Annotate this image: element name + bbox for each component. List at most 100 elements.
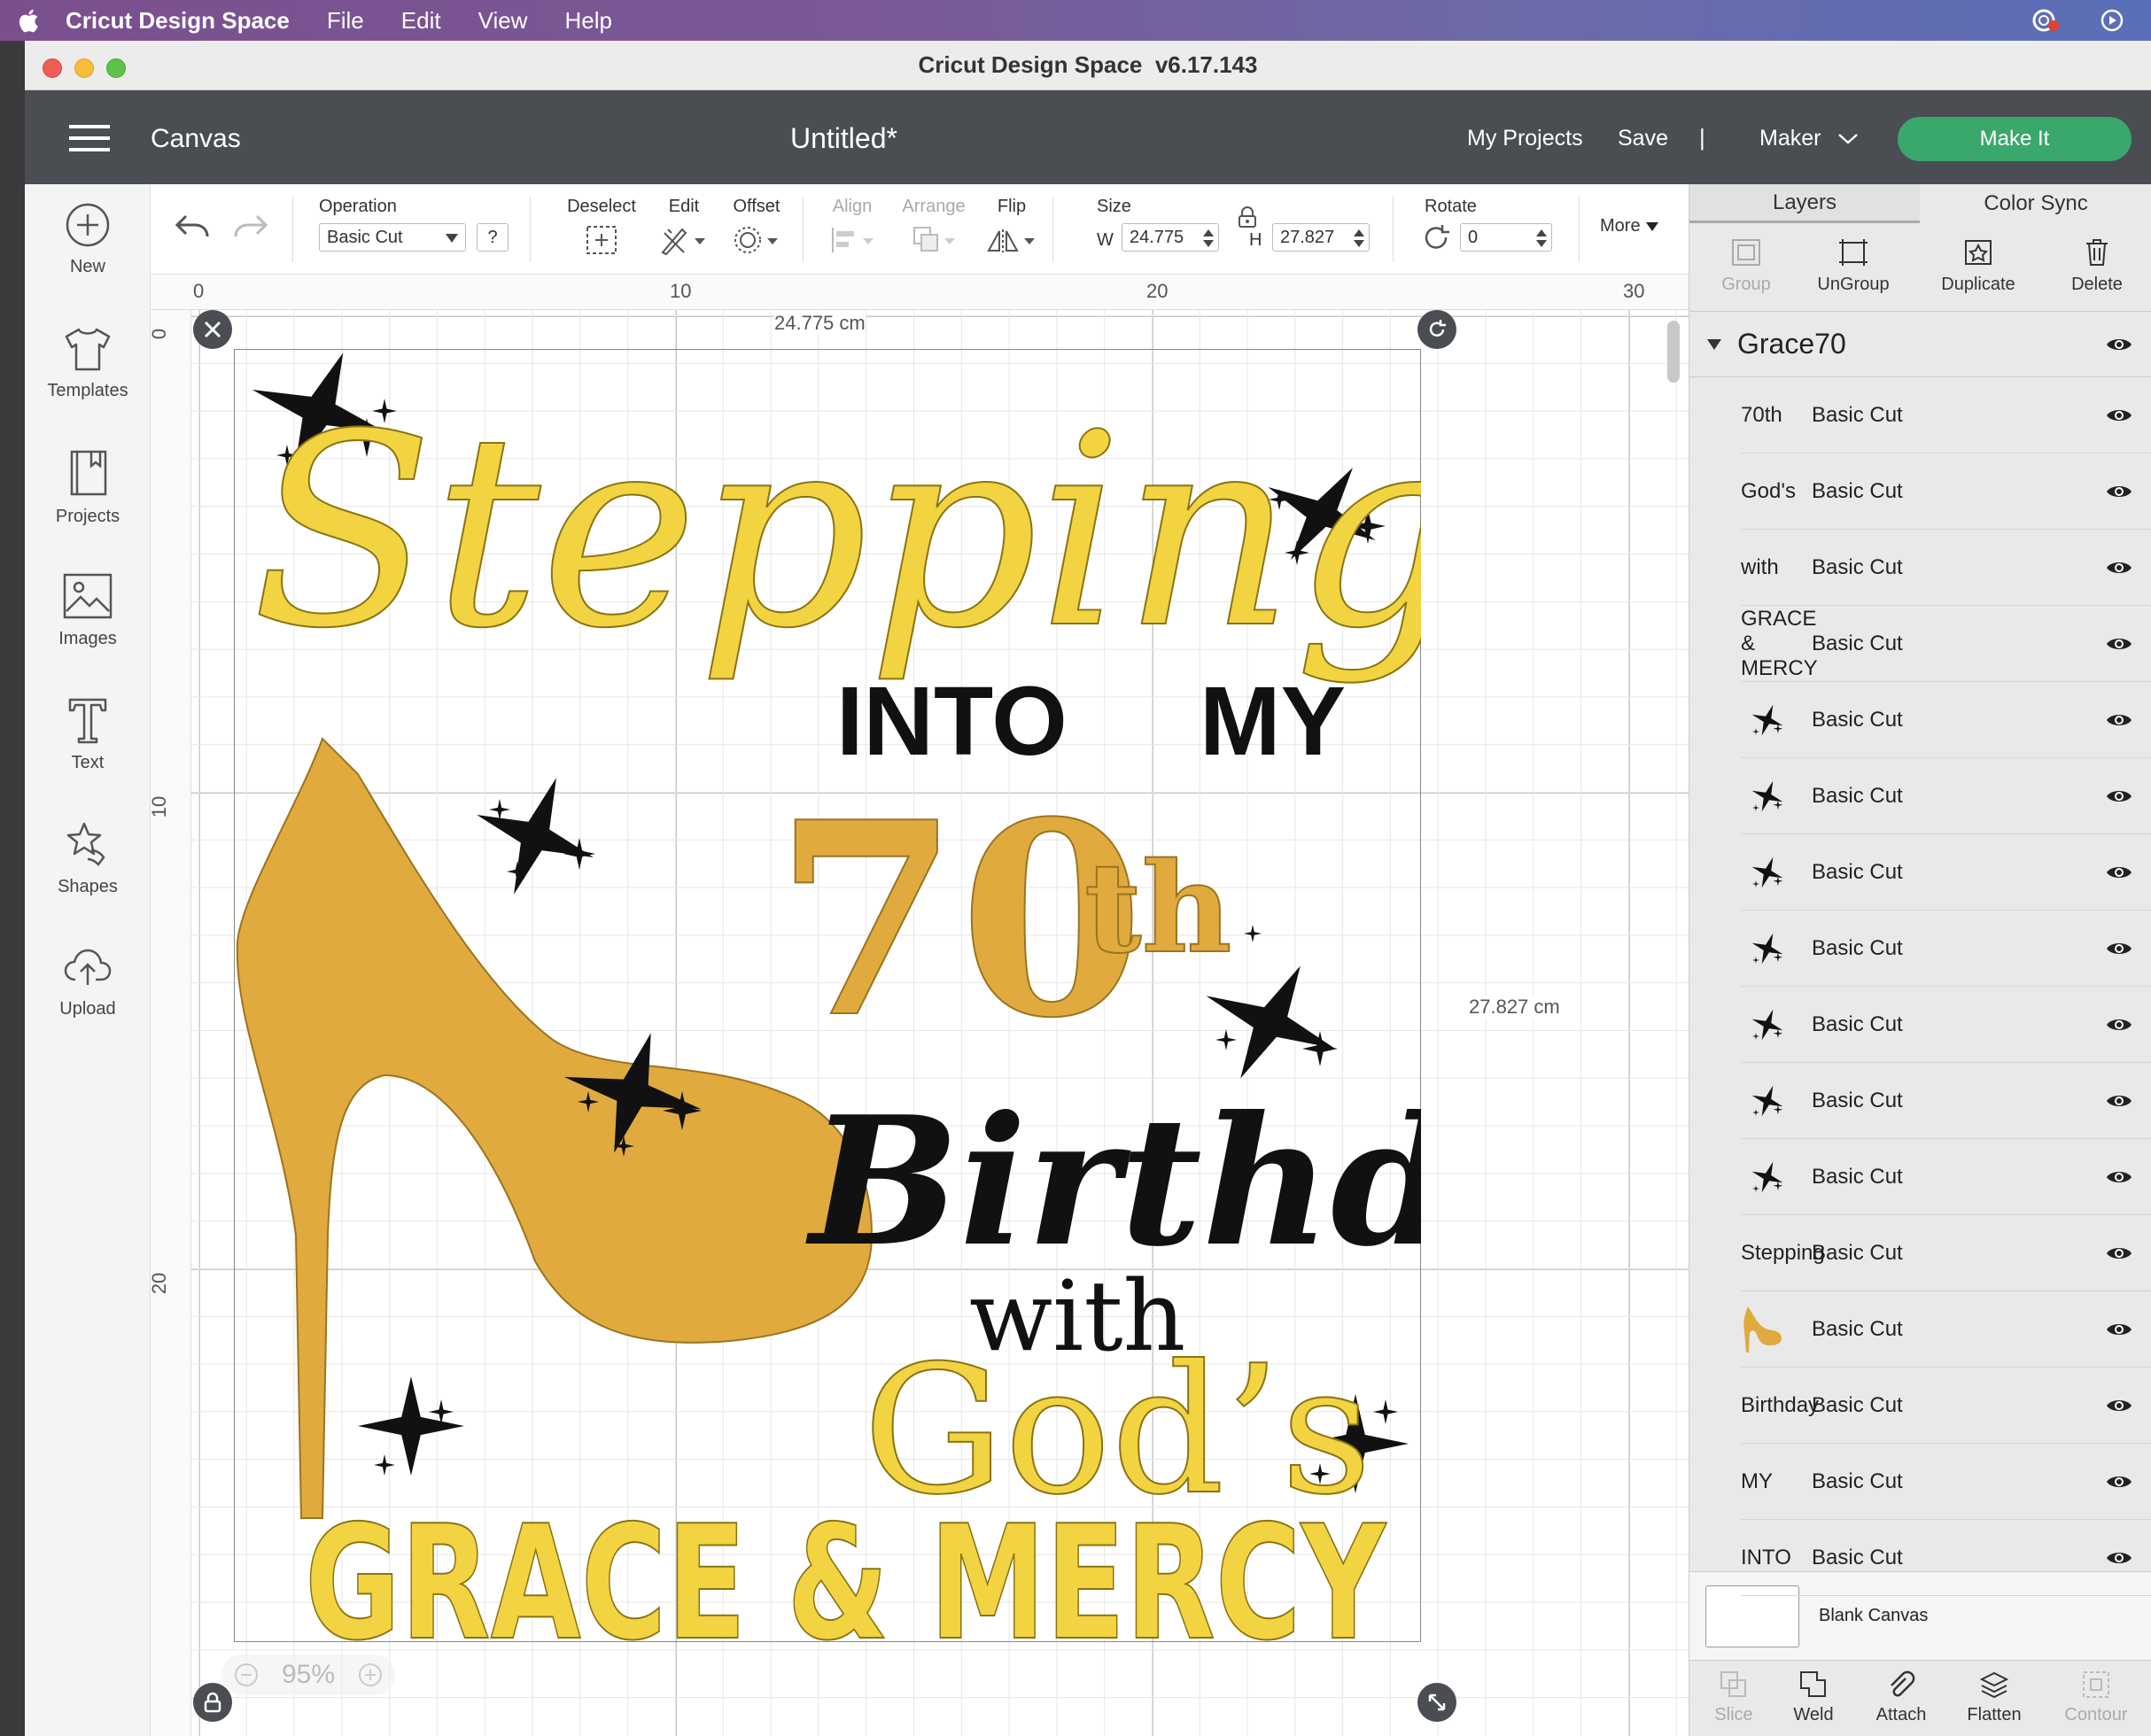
more-button[interactable]: More <box>1600 216 1658 236</box>
eye-icon[interactable] <box>2106 864 2132 881</box>
operation-select[interactable]: Basic Cut <box>319 223 466 252</box>
eye-icon[interactable] <box>2106 1473 2132 1491</box>
eye-icon[interactable] <box>2106 336 2132 353</box>
layer-row[interactable]: Birthday Basic Cut <box>1741 1368 2151 1444</box>
lock-icon[interactable] <box>1237 205 1258 229</box>
sidebar-templates[interactable]: Templates <box>25 326 151 401</box>
layer-row[interactable]: Basic Cut <box>1741 834 2151 911</box>
sidebar-shapes[interactable]: Shapes <box>25 820 151 897</box>
layer-row[interactable]: Stepping Basic Cut <box>1741 1215 2151 1291</box>
layer-row[interactable]: Basic Cut <box>1741 682 2151 758</box>
caret-down-icon[interactable] <box>1707 338 1721 350</box>
height-input[interactable]: 27.827 <box>1272 223 1370 252</box>
eye-icon[interactable] <box>2106 1549 2132 1567</box>
delete-handle[interactable] <box>193 310 232 349</box>
sidebar-projects[interactable]: Projects <box>25 448 151 527</box>
layer-row[interactable]: INTO Basic Cut <box>1741 1520 2151 1596</box>
menu-help[interactable]: Help <box>564 7 611 35</box>
sidebar-upload[interactable]: Upload <box>25 944 151 1019</box>
tab-layers[interactable]: Layers <box>1689 184 1920 223</box>
save-button[interactable]: Save <box>1618 126 1668 151</box>
layer-row[interactable]: Basic Cut <box>1741 987 2151 1063</box>
layer-row[interactable]: Basic Cut <box>1741 1291 2151 1368</box>
eye-icon[interactable] <box>2106 940 2132 957</box>
text-stepping[interactable]: Stepping <box>251 376 1421 687</box>
play-circle-icon[interactable] <box>2100 8 2124 33</box>
sidebar-new[interactable]: New <box>25 202 151 277</box>
flip-tool[interactable]: Flip <box>985 197 1038 256</box>
stepper-icon[interactable] <box>1202 228 1215 249</box>
delete-button[interactable]: Delete <box>2053 237 2141 295</box>
layer-row[interactable]: GRACE & MERCY Basic Cut <box>1741 606 2151 682</box>
design-artwork[interactable]: Stepping INTO MY 70 th Birthday with God… <box>234 349 1421 1642</box>
text-grace-and-mercy[interactable]: GRACE & MERCY <box>304 1491 1388 1642</box>
width-input[interactable]: 24.775 <box>1122 223 1219 252</box>
layer-row[interactable]: God's Basic Cut <box>1741 453 2151 530</box>
stepper-icon[interactable] <box>1353 228 1365 249</box>
redo-icon[interactable] <box>232 211 269 243</box>
star-middle-left[interactable] <box>455 756 615 916</box>
text-into[interactable]: INTO <box>836 667 1068 776</box>
text-birthday[interactable]: Birthday <box>805 1078 1421 1286</box>
eye-icon[interactable] <box>2106 635 2132 653</box>
layer-row[interactable]: with Basic Cut <box>1741 530 2151 606</box>
minimize-window-button[interactable] <box>74 58 94 78</box>
eye-icon[interactable] <box>2106 787 2132 805</box>
layer-row[interactable]: Basic Cut <box>1741 911 2151 987</box>
duplicate-button[interactable]: Duplicate <box>1925 237 2031 295</box>
eye-icon[interactable] <box>2106 1244 2132 1262</box>
stepper-icon[interactable] <box>1535 228 1548 249</box>
close-window-button[interactable] <box>43 58 62 78</box>
resize-handle[interactable] <box>1417 1683 1456 1722</box>
text-th[interactable]: th <box>1083 835 1232 982</box>
vertical-scrollbar[interactable] <box>1667 321 1680 383</box>
apple-icon[interactable] <box>16 7 41 34</box>
tab-color-sync[interactable]: Color Sync <box>1920 184 2151 223</box>
layer-group-grace70[interactable]: Grace70 <box>1689 312 2151 377</box>
zoom-out-icon[interactable] <box>233 1662 260 1688</box>
eye-icon[interactable] <box>2106 1321 2132 1338</box>
rotate-input[interactable]: 0 <box>1460 223 1552 252</box>
layer-row[interactable]: Basic Cut <box>1741 1139 2151 1215</box>
zoom-in-icon[interactable] <box>357 1662 384 1688</box>
layer-row[interactable]: Basic Cut <box>1741 1063 2151 1139</box>
eye-icon[interactable] <box>2106 1016 2132 1034</box>
operation-help-button[interactable]: ? <box>477 223 509 252</box>
machine-selector[interactable]: Maker <box>1759 126 1821 151</box>
eye-icon[interactable] <box>2106 711 2132 729</box>
menu-view[interactable]: View <box>478 7 528 35</box>
zoom-control[interactable]: 95% <box>221 1655 395 1695</box>
eye-icon[interactable] <box>2106 559 2132 577</box>
rotate-handle[interactable] <box>1417 310 1456 349</box>
sidebar-text[interactable]: Text <box>25 696 151 773</box>
creative-cloud-icon[interactable] <box>2029 7 2062 34</box>
flatten-button[interactable]: Flatten <box>1950 1670 2038 1725</box>
menu-file[interactable]: File <box>327 7 364 35</box>
menu-app-name[interactable]: Cricut Design Space <box>66 7 290 35</box>
edit-tool[interactable]: Edit <box>657 197 711 256</box>
star-bottom-left[interactable] <box>358 1376 464 1476</box>
eye-icon[interactable] <box>2106 1168 2132 1186</box>
zoom-window-button[interactable] <box>106 58 126 78</box>
deselect-tool[interactable]: Deselect <box>563 197 640 256</box>
layer-row[interactable]: 70th Basic Cut <box>1741 377 2151 453</box>
attach-button[interactable]: Attach <box>1861 1670 1941 1725</box>
eye-icon[interactable] <box>2106 483 2132 500</box>
eye-icon[interactable] <box>2106 407 2132 424</box>
eye-icon[interactable] <box>2106 1397 2132 1414</box>
chevron-down-icon[interactable] <box>1837 133 1859 145</box>
ungroup-button[interactable]: UnGroup <box>1805 237 1902 295</box>
document-title[interactable]: Untitled* <box>790 122 897 155</box>
menu-edit[interactable]: Edit <box>401 7 441 35</box>
hamburger-menu-icon[interactable] <box>69 124 110 152</box>
weld-button[interactable]: Weld <box>1778 1670 1849 1725</box>
design-canvas[interactable]: Stepping INTO MY 70 th Birthday with God… <box>191 310 1689 1736</box>
layer-row[interactable]: Basic Cut <box>1741 758 2151 834</box>
offset-tool[interactable]: Offset <box>728 197 785 256</box>
make-it-button[interactable]: Make It <box>1898 117 2132 161</box>
my-projects-link[interactable]: My Projects <box>1467 126 1583 151</box>
undo-icon[interactable] <box>174 211 211 243</box>
sidebar-images[interactable]: Images <box>25 572 151 649</box>
layer-row[interactable]: MY Basic Cut <box>1741 1444 2151 1520</box>
text-my[interactable]: MY <box>1200 667 1346 776</box>
